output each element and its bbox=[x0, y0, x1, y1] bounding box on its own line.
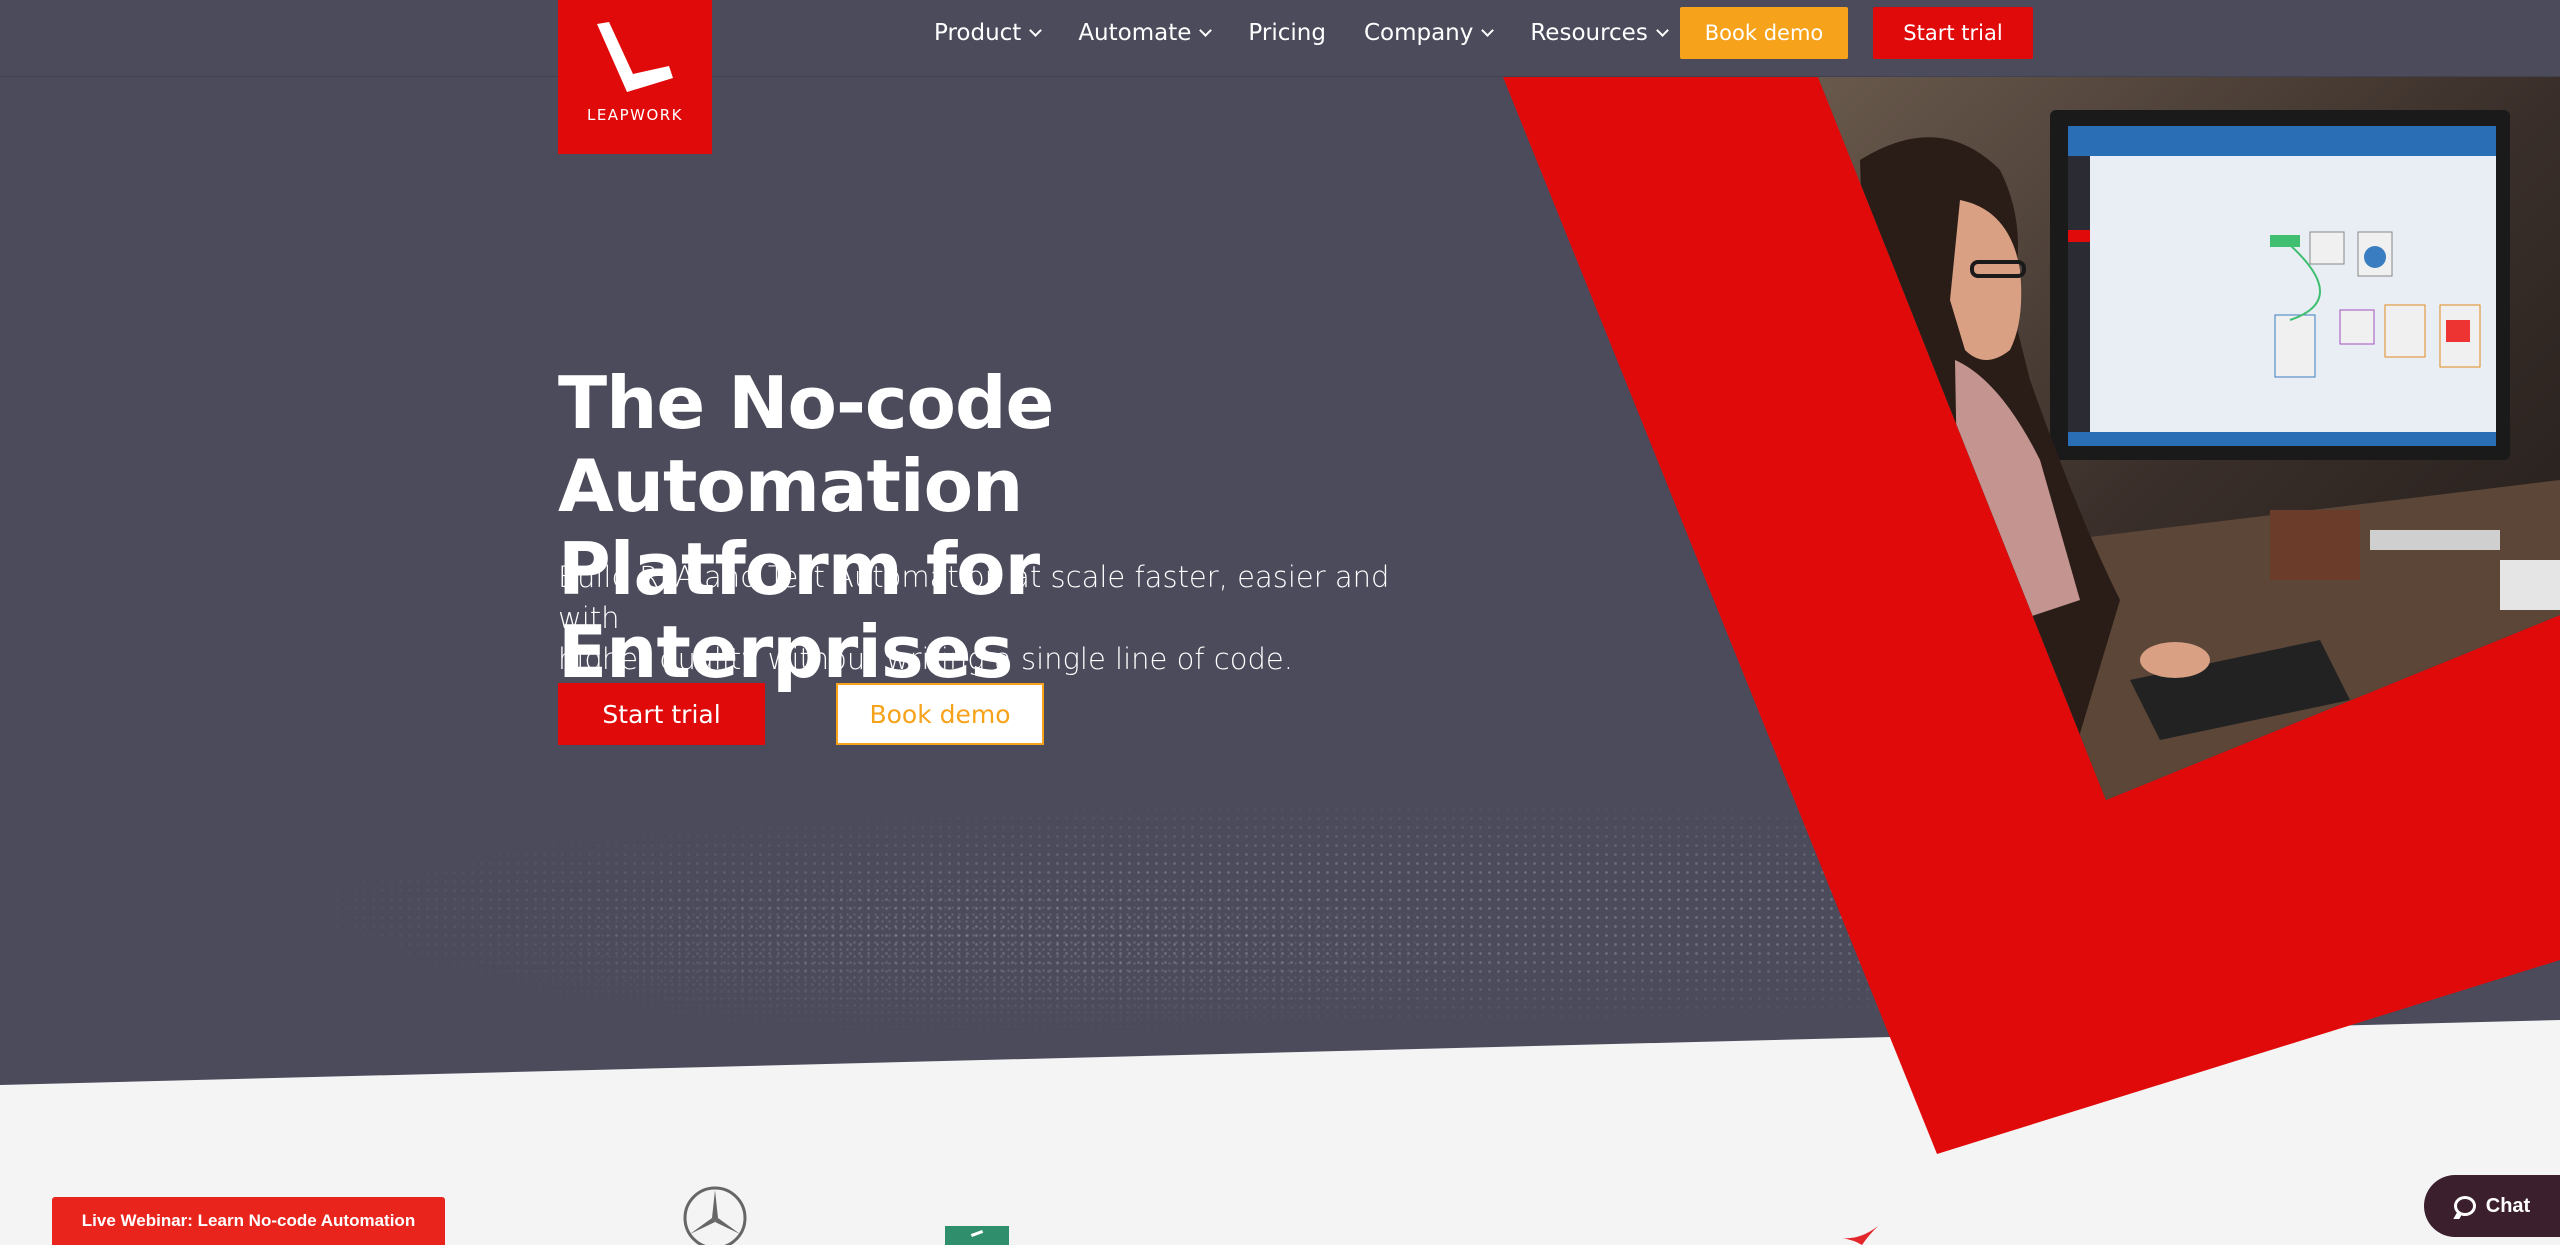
chevron-down-icon bbox=[1029, 24, 1043, 37]
chat-label: Chat bbox=[2485, 1194, 2531, 1217]
chevron-down-icon bbox=[1481, 24, 1495, 37]
leapwork-logo[interactable]: LEAPWORK bbox=[558, 0, 712, 154]
nav-item-product[interactable]: Product bbox=[934, 20, 1043, 46]
live-webinar-banner[interactable]: Live Webinar: Learn No-code Automation bbox=[52, 1197, 445, 1245]
chevron-down-icon bbox=[1655, 24, 1669, 37]
main-nav: Product Automate Pricing Company Resourc… bbox=[934, 0, 1705, 66]
header-divider bbox=[0, 76, 2560, 77]
dot-wave-pattern-secondary bbox=[200, 820, 1800, 1080]
subline-line-1: Build RPA and Test Automation at scale f… bbox=[558, 560, 1390, 635]
mercedes-benz-logo bbox=[683, 1186, 747, 1245]
logo-wordmark: LEAPWORK bbox=[586, 106, 684, 124]
chevron-down-icon bbox=[1199, 24, 1213, 37]
nav-item-label: Product bbox=[934, 20, 1022, 46]
leapwork-l-icon bbox=[597, 22, 673, 92]
book-demo-nav-button[interactable]: Book demo bbox=[1680, 7, 1848, 59]
chat-bubble-icon bbox=[2453, 1196, 2476, 1216]
red-bird-logo bbox=[1842, 1226, 1878, 1245]
chat-button[interactable]: Chat bbox=[2424, 1175, 2560, 1237]
headline-line-1: The No-code Automation bbox=[558, 361, 1054, 528]
nav-item-company[interactable]: Company bbox=[1363, 20, 1495, 46]
hero-subline: Build RPA and Test Automation at scale f… bbox=[558, 557, 1418, 680]
start-trial-button[interactable]: Start trial bbox=[558, 683, 765, 745]
nav-item-label: Automate bbox=[1078, 20, 1192, 46]
nav-item-label: Company bbox=[1363, 20, 1474, 46]
start-trial-nav-button[interactable]: Start trial bbox=[1873, 7, 2033, 59]
subline-line-2: higher quality without writing a single … bbox=[558, 642, 1293, 676]
book-demo-button[interactable]: Book demo bbox=[836, 683, 1044, 745]
nav-item-automate[interactable]: Automate bbox=[1078, 20, 1213, 46]
nav-item-resources[interactable]: Resources bbox=[1530, 20, 1669, 46]
nav-item-label: Resources bbox=[1530, 20, 1648, 46]
nav-item-pricing[interactable]: Pricing bbox=[1248, 20, 1326, 46]
nav-item-label: Pricing bbox=[1248, 20, 1326, 46]
green-airline-logo bbox=[945, 1226, 1009, 1245]
